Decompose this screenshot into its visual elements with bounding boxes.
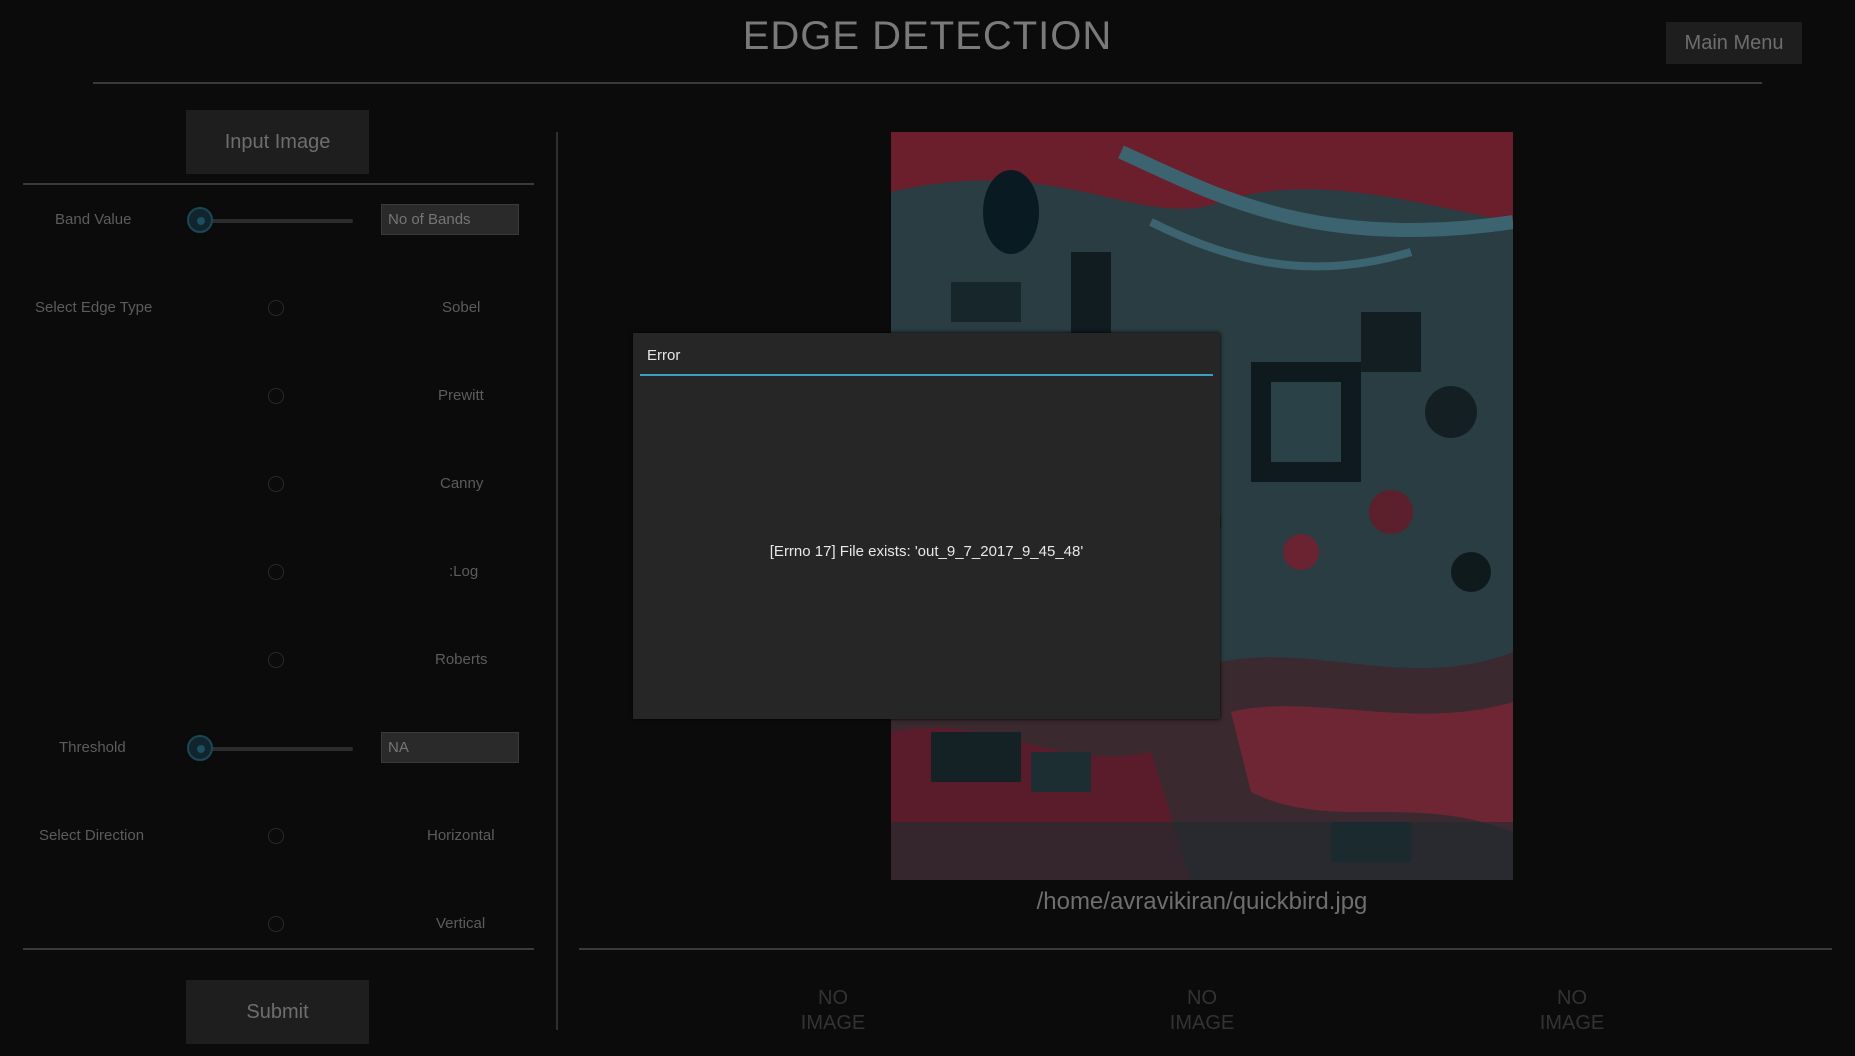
radio-prewitt[interactable] <box>268 388 284 404</box>
output-placeholder-1-line2: IMAGE <box>800 1012 866 1034</box>
page-title: EDGE DETECTION <box>742 14 1113 58</box>
edge-type-canny-label: Canny <box>440 475 484 492</box>
output-placeholder-3: NO IMAGE <box>1532 986 1612 1036</box>
output-placeholder-1-line1: NO <box>818 987 848 1009</box>
radio-horizontal[interactable] <box>268 828 284 844</box>
input-image-button[interactable]: Input Image <box>186 110 369 174</box>
radio-log[interactable] <box>268 564 284 580</box>
dialog-title-underline <box>640 374 1213 376</box>
output-placeholder-1: NO IMAGE <box>793 986 873 1036</box>
threshold-slider-thumb[interactable] <box>187 735 213 761</box>
panel-divider <box>556 132 558 1030</box>
left-top-divider <box>23 183 534 185</box>
dialog-title: Error <box>647 347 681 364</box>
edge-type-sobel-label: Sobel <box>442 299 481 316</box>
threshold-slider[interactable] <box>200 747 353 751</box>
band-value-slider-thumb[interactable] <box>187 207 213 233</box>
band-value-label: Band Value <box>55 211 132 228</box>
edge-type-log-label: :Log <box>449 563 479 580</box>
submit-button[interactable]: Submit <box>186 980 369 1044</box>
output-placeholder-2-line1: NO <box>1187 987 1217 1009</box>
output-placeholder-2-line2: IMAGE <box>1169 1012 1235 1034</box>
edge-type-roberts-label: Roberts <box>435 651 488 668</box>
header-divider <box>93 82 1762 84</box>
error-dialog[interactable]: Error [Errno 17] File exists: 'out_9_7_2… <box>633 333 1220 719</box>
dialog-message: [Errno 17] File exists: 'out_9_7_2017_9_… <box>769 543 1084 560</box>
edge-type-prewitt-label: Prewitt <box>438 387 484 404</box>
main-menu-button[interactable]: Main Menu <box>1666 22 1802 64</box>
direction-label: Select Direction <box>39 827 145 844</box>
output-placeholder-3-line1: NO <box>1557 987 1587 1009</box>
threshold-label: Threshold <box>59 739 126 756</box>
left-bottom-divider <box>23 948 534 950</box>
radio-vertical[interactable] <box>268 916 284 932</box>
band-count-input[interactable] <box>381 204 519 235</box>
image-path-label: /home/avravikiran/quickbird.jpg <box>1036 888 1368 915</box>
output-placeholder-2: NO IMAGE <box>1162 986 1242 1036</box>
direction-vertical-label: Vertical <box>436 915 486 932</box>
band-value-slider[interactable] <box>200 219 353 223</box>
main-bottom-divider <box>579 948 1832 950</box>
radio-canny[interactable] <box>268 476 284 492</box>
radio-roberts[interactable] <box>268 652 284 668</box>
radio-sobel[interactable] <box>268 300 284 316</box>
threshold-input[interactable] <box>381 732 519 763</box>
direction-horizontal-label: Horizontal <box>427 827 495 844</box>
edge-type-label: Select Edge Type <box>35 299 153 316</box>
output-placeholder-3-line2: IMAGE <box>1539 1012 1605 1034</box>
